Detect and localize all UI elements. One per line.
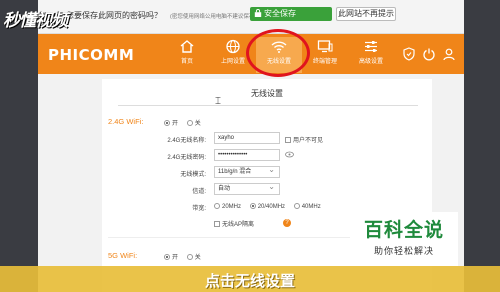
- eye-icon[interactable]: [285, 151, 294, 158]
- brand-title: 百科全说: [363, 219, 444, 241]
- caption-text: 点击无线设置: [204, 272, 295, 290]
- wifi24-on-radio[interactable]: 开: [164, 120, 178, 127]
- right-border: [464, 0, 500, 292]
- bandwidth-20-radio[interactable]: 20MHz: [214, 203, 241, 210]
- power-icon[interactable]: [422, 47, 436, 61]
- bandwidth-2040-radio[interactable]: 20/40MHz: [249, 203, 285, 210]
- monitor-icon: [317, 40, 333, 53]
- channel-select[interactable]: 自动: [214, 182, 280, 195]
- wifi24-password-label: 2.4G无线密码:: [167, 155, 206, 161]
- wifi5-off-radio[interactable]: 关: [186, 254, 201, 261]
- wifi24-name-input[interactable]: xayho: [214, 132, 280, 144]
- user-icon[interactable]: [442, 47, 456, 61]
- wireless-mode-label: 无线模式:: [180, 172, 206, 178]
- home-icon: [180, 40, 194, 53]
- hide-ssid-option[interactable]: 用户不可见: [285, 135, 323, 144]
- save-password-question: 您要保存此网页的密码吗？: [66, 11, 162, 20]
- bandwidth-label: 带宽:: [192, 206, 206, 212]
- brand-subtitle: 助你轻松解决: [373, 246, 434, 256]
- help-icon[interactable]: ?: [283, 219, 291, 227]
- wifi24-off-radio[interactable]: 关: [186, 120, 201, 127]
- nav-advanced-settings[interactable]: 高级设置: [348, 37, 394, 73]
- shield-icon[interactable]: [402, 47, 416, 61]
- bandwidth-options: 20MHz 20/40MHz 40MHz: [214, 203, 328, 210]
- bandwidth-40-radio[interactable]: 40MHz: [293, 203, 321, 210]
- safe-save-button[interactable]: 安全保存: [250, 7, 332, 21]
- never-prompt-button[interactable]: 此网站不再提示: [336, 7, 396, 21]
- save-password-note: (密您使用网络公用电脑不建议保存): [170, 14, 257, 20]
- nav-home[interactable]: 首页: [164, 37, 210, 73]
- wifi24-password-input[interactable]: ••••••••••••••: [214, 149, 280, 161]
- hide-ssid-checkbox[interactable]: [285, 137, 291, 143]
- wifi24-name-label: 2.4G无线名称:: [167, 138, 206, 144]
- nav-home-label: 首页: [180, 59, 193, 65]
- wifi5-section-label: 5G WiFi:: [108, 251, 138, 260]
- sliders-icon: [365, 41, 377, 52]
- wifi24-section-label: 2.4G WiFi:: [108, 117, 144, 126]
- nav-advanced-label: 高级设置: [358, 59, 383, 65]
- safe-save-label: 安全保存: [264, 9, 296, 18]
- wifi5-toggle: 开 关: [164, 252, 208, 261]
- ap-isolation-checkbox[interactable]: [214, 221, 220, 227]
- highlight-circle: [246, 29, 310, 77]
- globe-icon: [226, 39, 240, 54]
- panel-title: 无线设置: [251, 89, 283, 98]
- caption-band: 点击无线设置: [0, 266, 500, 292]
- lock-icon: [254, 9, 262, 17]
- save-password-bar: 您要保存此网页的密码吗？ (密您使用网络公用电脑不建议保存) 安全保存 此网站不…: [38, 0, 464, 34]
- phicomm-logo: PHICOMM: [48, 46, 135, 64]
- wifi5-on-radio[interactable]: 开: [164, 254, 178, 261]
- channel-label: 信道:: [192, 189, 206, 195]
- left-border: [0, 0, 38, 292]
- brand-watermark: 百科全说 助你轻松解决: [350, 212, 458, 266]
- title-divider: [118, 105, 418, 106]
- wifi24-toggle: 开 关: [164, 118, 208, 127]
- screen-frame: 秒懂视频 您要保存此网页的密码吗？ (密您使用网络公用电脑不建议保存) 安全保存…: [0, 0, 500, 292]
- site-watermark: 秒懂视频: [3, 11, 68, 31]
- wireless-mode-select[interactable]: 11b/g/n 混合: [214, 165, 280, 178]
- ap-isolation-option[interactable]: 无线AP隔离: [214, 219, 254, 228]
